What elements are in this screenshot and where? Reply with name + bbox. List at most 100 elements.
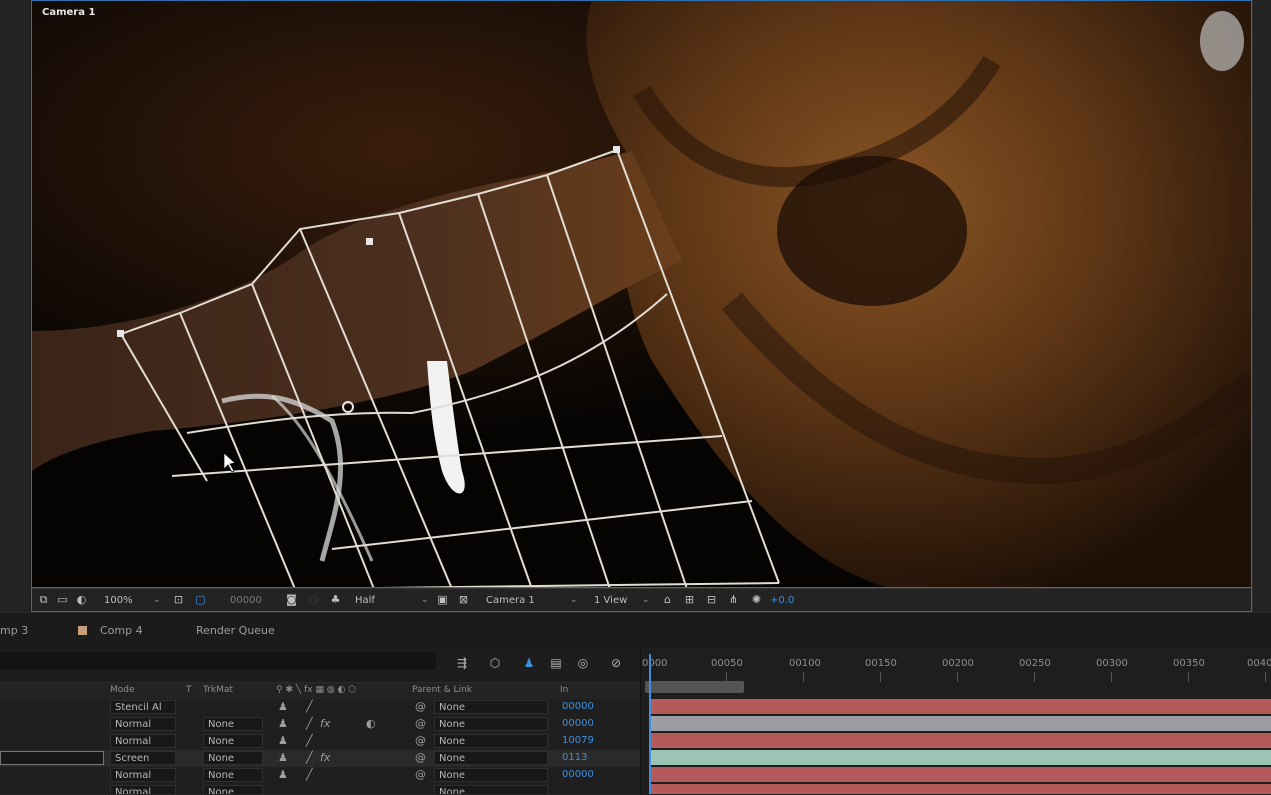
pick-whip-icon[interactable]: @ xyxy=(415,700,426,714)
monitor-icon[interactable]: ▭ xyxy=(56,594,69,606)
parent-column-header[interactable]: Parent & Link xyxy=(412,685,472,695)
chevron-down-icon[interactable]: ⌄ xyxy=(642,593,650,608)
composition-viewer[interactable]: Camera 1 xyxy=(31,0,1252,588)
ruler-tick xyxy=(1111,672,1112,682)
parent-select[interactable]: None xyxy=(434,734,548,748)
graph-editor-icon[interactable]: ⊘ xyxy=(608,655,624,671)
in-point[interactable]: 0113 xyxy=(562,751,587,765)
layer-row-selected[interactable]: Screen None ♟ ╱ fx @ None 0113 xyxy=(0,750,640,768)
blend-mode-select[interactable]: Normal xyxy=(110,734,176,748)
frame-blending-icon[interactable]: ▤ xyxy=(548,655,564,671)
trkmat-select[interactable]: None xyxy=(203,734,263,748)
blend-mode-select[interactable]: Normal xyxy=(110,717,176,731)
ruler-label: 00050 xyxy=(711,658,743,669)
chevron-down-icon[interactable]: ⌄ xyxy=(570,593,578,608)
timeline-icon[interactable]: ⊟ xyxy=(705,594,718,606)
always-preview-icon[interactable]: ⧉ xyxy=(37,594,50,606)
shy-switch-icon[interactable]: ♟ xyxy=(278,734,288,748)
trkmat-select[interactable]: None xyxy=(203,717,263,731)
trkmat-select[interactable]: None xyxy=(203,751,263,765)
layer-row[interactable]: Normal None ♟ ╱ fx ◐ @ None 00000 xyxy=(0,716,640,734)
in-point[interactable]: 00000 xyxy=(562,700,594,714)
composition-mini-flowchart-icon[interactable]: ⇶ xyxy=(454,655,470,671)
blend-mode-select[interactable]: Stencil Al xyxy=(110,700,176,714)
layer-duration-bar[interactable] xyxy=(649,767,1271,782)
parent-select[interactable]: None xyxy=(434,768,548,782)
tab-comp-4[interactable]: Comp 4 xyxy=(100,624,143,637)
t-column-header[interactable]: T xyxy=(186,685,192,695)
ruler-label: 00350 xyxy=(1173,658,1205,669)
layer-duration-bar[interactable] xyxy=(649,750,1271,765)
pick-whip-icon[interactable]: @ xyxy=(415,717,426,731)
layer-duration-bar[interactable] xyxy=(649,784,1271,794)
current-time[interactable]: 00000 xyxy=(230,593,262,608)
quality-switch-icon[interactable]: ╱ xyxy=(306,751,313,765)
exposure-icon[interactable]: ✺ xyxy=(750,594,763,606)
pick-whip-icon[interactable]: @ xyxy=(415,751,426,765)
resolution-select[interactable]: Half xyxy=(355,593,375,608)
quality-switch-icon[interactable]: ╱ xyxy=(306,700,313,714)
quality-switch-icon[interactable]: ╱ xyxy=(306,734,313,748)
toggle-pixel-aspect-icon[interactable]: ⌂ xyxy=(661,594,674,606)
layer-duration-bar[interactable] xyxy=(649,699,1271,714)
color-channels-icon[interactable]: ♣ xyxy=(329,594,342,606)
mask-icon[interactable]: ◐ xyxy=(75,594,88,606)
shy-switch-icon[interactable]: ♟ xyxy=(278,700,288,714)
layer-row[interactable]: Normal None ♟ ╱ @ None 10079 xyxy=(0,733,640,751)
chevron-down-icon[interactable]: ⌄ xyxy=(421,593,429,608)
layer-name-field[interactable] xyxy=(0,751,104,765)
quality-switch-icon[interactable]: ╱ xyxy=(306,768,313,782)
in-point[interactable]: 00000 xyxy=(562,768,594,782)
toggle-transparency-icon[interactable]: ⊠ xyxy=(457,594,470,606)
parent-select[interactable]: None xyxy=(434,700,548,714)
layer-row[interactable]: Stencil Al ♟ ╱ @ None 00000 xyxy=(0,699,640,717)
parent-select[interactable]: None xyxy=(434,717,548,731)
in-point[interactable]: 00000 xyxy=(562,717,594,731)
in-column-header[interactable]: In xyxy=(560,685,568,695)
ruler-label: 0000 xyxy=(642,658,668,669)
tab-comp-3[interactable]: mp 3 xyxy=(0,624,28,637)
blend-mode-select[interactable]: Normal xyxy=(110,768,176,782)
tab-render-queue[interactable]: Render Queue xyxy=(196,624,275,637)
region-of-interest-icon[interactable]: ▣ xyxy=(436,594,449,606)
fast-preview-icon[interactable]: ⊞ xyxy=(683,594,696,606)
layer-duration-bar[interactable] xyxy=(649,733,1271,748)
layer-duration-bar[interactable] xyxy=(649,716,1271,731)
mode-column-header[interactable]: Mode xyxy=(110,685,135,695)
work-area-bar[interactable] xyxy=(645,681,744,693)
playhead[interactable] xyxy=(649,654,651,794)
effects-switch-icon[interactable]: fx xyxy=(320,717,330,731)
parent-select[interactable]: None xyxy=(434,751,548,765)
fit-frame-icon[interactable]: ⊡ xyxy=(172,594,185,606)
layer-row[interactable]: Normal None ♟ ╱ @ None 00000 xyxy=(0,767,640,785)
blend-mode-select[interactable]: Screen xyxy=(110,751,176,765)
adjustment-layer-icon[interactable]: ◐ xyxy=(366,717,376,731)
effects-switch-icon[interactable]: fx xyxy=(320,751,330,765)
show-snapshot-icon[interactable]: ◌ xyxy=(307,594,320,606)
camera-select[interactable]: Camera 1 xyxy=(486,593,535,608)
ruler-label: 00100 xyxy=(789,658,821,669)
exposure-value[interactable]: +0.0 xyxy=(770,593,794,608)
draft-3d-icon[interactable]: ⬡ xyxy=(487,655,503,671)
trkmat-select[interactable]: None xyxy=(203,768,263,782)
timeline-graph[interactable]: 0000 00050 00100 00150 00200 00250 00300… xyxy=(640,648,1271,794)
chevron-down-icon[interactable]: ⌄ xyxy=(153,593,161,608)
view-layout-select[interactable]: 1 View xyxy=(594,593,627,608)
layer-column-headers: Mode T TrkMat ⚲ ✱ ╲ fx ▦ ◍ ◐ ⬡ Parent & … xyxy=(0,682,640,700)
shy-switch-icon[interactable]: ♟ xyxy=(278,751,288,765)
trkmat-column-header[interactable]: TrkMat xyxy=(203,685,233,695)
pick-whip-icon[interactable]: @ xyxy=(415,734,426,748)
zoom-select[interactable]: 100% xyxy=(104,593,133,608)
shy-switch-icon[interactable]: ♟ xyxy=(278,768,288,782)
layer-row[interactable]: Normal None None xyxy=(0,784,640,795)
flowchart-icon[interactable]: ⋔ xyxy=(727,594,740,606)
in-point[interactable]: 10079 xyxy=(562,734,594,748)
pick-whip-icon[interactable]: @ xyxy=(415,768,426,782)
motion-blur-icon[interactable]: ◎ xyxy=(575,655,591,671)
shy-switch-icon[interactable]: ♟ xyxy=(278,717,288,731)
layer-search-input[interactable] xyxy=(0,652,436,670)
quality-switch-icon[interactable]: ╱ xyxy=(306,717,313,731)
shy-layers-icon[interactable]: ♟ xyxy=(521,655,537,671)
transparency-grid-icon[interactable]: ▢ xyxy=(194,594,207,606)
camera-snapshot-icon[interactable]: ◙ xyxy=(285,594,298,606)
